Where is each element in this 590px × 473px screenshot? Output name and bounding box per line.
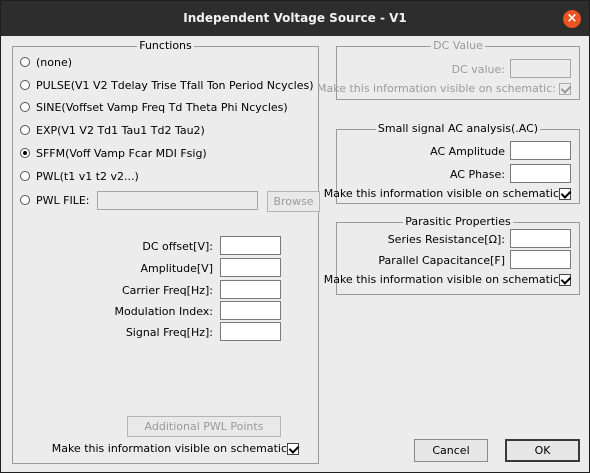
signal-freq-input[interactable] [220, 322, 281, 341]
dc-offset-input[interactable] [220, 236, 281, 255]
functions-visible-check[interactable]: Make this information visible on schemat… [41, 442, 299, 456]
radio-pwl[interactable]: PWL(t1 v1 t2 v2...) [20, 168, 139, 184]
radio-none-label: (none) [36, 55, 73, 69]
functions-visible-checkbox[interactable] [287, 443, 299, 455]
ac-amplitude-input[interactable] [510, 141, 571, 160]
parallel-capacitance-label: Parallel Capacitance[F] [378, 254, 505, 267]
ac-amplitude-label: AC Amplitude [430, 145, 505, 158]
dialog-body: Functions (none) PULSE(V1 V2 Tdelay Tris… [1, 36, 589, 472]
dc-value-input[interactable] [510, 59, 571, 78]
radio-exp-indicator[interactable] [20, 125, 30, 135]
radio-pwl-file-indicator[interactable] [20, 195, 30, 205]
dc-value-legend: DC Value [433, 39, 483, 52]
radio-sffm-indicator[interactable] [20, 148, 30, 158]
ac-phase-input[interactable] [510, 164, 571, 183]
title-bar[interactable]: Independent Voltage Source - V1 × [1, 1, 589, 36]
dc-visible-label: Make this information visible on schemat… [317, 82, 556, 95]
dc-offset-label: DC offset[V]: [142, 240, 213, 253]
radio-pwl-file-label: PWL FILE: [36, 193, 90, 207]
amplitude-label: Amplitude[V] [140, 262, 213, 275]
radio-sffm-label: SFFM(Voff Vamp Fcar MDI Fsig) [36, 146, 207, 160]
dc-visible-checkbox[interactable] [559, 83, 571, 95]
radio-pulse[interactable]: PULSE(V1 V2 Tdelay Trise Tfall Ton Perio… [20, 77, 314, 93]
amplitude-input[interactable] [220, 258, 281, 277]
radio-pwl-label: PWL(t1 v1 t2 v2...) [36, 169, 139, 183]
dc-visible-check[interactable]: Make this information visible on schemat… [317, 82, 571, 96]
dc-value-label: DC value: [451, 63, 505, 76]
functions-visible-label: Make this information visible on schemat… [51, 442, 287, 455]
carrier-freq-label: Carrier Freq[Hz]: [121, 284, 213, 297]
series-resistance-input[interactable] [510, 229, 571, 248]
ac-phase-label: AC Phase: [449, 168, 505, 181]
window-title: Independent Voltage Source - V1 [183, 11, 407, 25]
radio-exp[interactable]: EXP(V1 V2 Td1 Tau1 Td2 Tau2) [20, 122, 205, 138]
radio-sffm[interactable]: SFFM(Voff Vamp Fcar MDI Fsig) [20, 145, 207, 161]
ac-analysis-legend: Small signal AC analysis(.AC) [377, 122, 539, 135]
browse-button[interactable]: Browse [267, 191, 320, 212]
radio-pulse-label: PULSE(V1 V2 Tdelay Trise Tfall Ton Perio… [36, 78, 314, 92]
radio-pulse-indicator[interactable] [20, 80, 30, 90]
cancel-button[interactable]: Cancel [414, 439, 488, 462]
series-resistance-label: Series Resistance[Ω]: [387, 233, 505, 246]
signal-freq-label: Signal Freq[Hz]: [125, 326, 213, 339]
parasitic-visible-checkbox[interactable] [559, 274, 571, 286]
ok-button[interactable]: OK [505, 439, 580, 462]
parallel-capacitance-input[interactable] [510, 250, 571, 269]
parasitic-visible-check[interactable]: Make this information visible on schemat… [324, 273, 571, 287]
modulation-index-label: Modulation Index: [114, 305, 213, 318]
radio-none[interactable]: (none) [20, 54, 72, 70]
radio-exp-label: EXP(V1 V2 Td1 Tau1 Td2 Tau2) [36, 123, 205, 137]
radio-pwl-file[interactable]: PWL FILE: [20, 192, 90, 208]
radio-sine[interactable]: SINE(Voffset Vamp Freq Td Theta Phi Ncyc… [20, 99, 288, 115]
radio-sine-indicator[interactable] [20, 102, 30, 112]
functions-legend: Functions [139, 39, 192, 52]
voltage-source-dialog: Independent Voltage Source - V1 × Functi… [0, 0, 590, 473]
modulation-index-input[interactable] [220, 301, 281, 320]
parasitic-legend: Parasitic Properties [405, 215, 511, 228]
radio-pwl-indicator[interactable] [20, 171, 30, 181]
ac-visible-check[interactable]: Make this information visible on schemat… [324, 187, 571, 201]
radio-none-indicator[interactable] [20, 57, 30, 67]
ac-visible-checkbox[interactable] [559, 188, 571, 200]
additional-pwl-button[interactable]: Additional PWL Points [127, 416, 281, 437]
parasitic-visible-label: Make this information visible on schemat… [323, 273, 559, 286]
radio-sine-label: SINE(Voffset Vamp Freq Td Theta Phi Ncyc… [36, 100, 288, 114]
carrier-freq-input[interactable] [220, 280, 281, 299]
close-icon[interactable]: × [563, 10, 581, 28]
pwl-file-input[interactable] [97, 191, 258, 210]
ac-visible-label: Make this information visible on schemat… [323, 187, 559, 200]
